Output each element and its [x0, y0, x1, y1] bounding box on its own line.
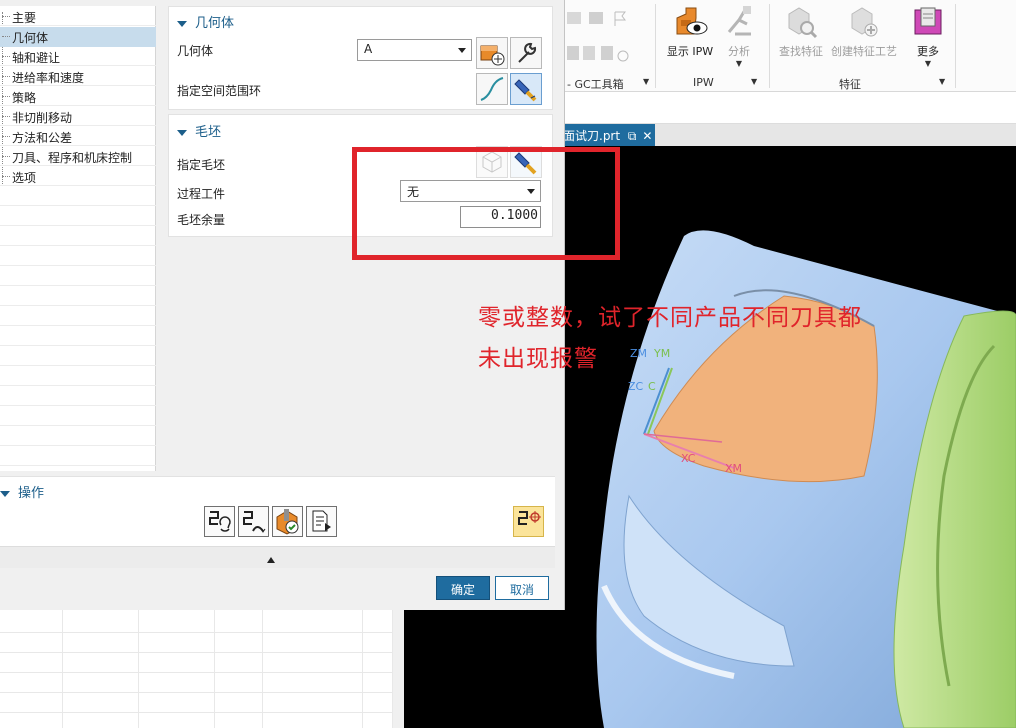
tree-item-method-tolerance[interactable]: 方法和公差 [0, 127, 156, 147]
chevron-down-icon [458, 48, 466, 53]
group-label-ipw: IPW [693, 76, 714, 89]
axis-label-c: C [648, 380, 656, 393]
geometry-select[interactable]: A [357, 39, 472, 61]
create-feature-process-icon [851, 7, 878, 37]
stock-allowance-label: 毛坯余量 [177, 213, 226, 227]
wrench-icon [518, 42, 537, 63]
verify-button[interactable] [272, 506, 303, 537]
chevron-down-icon[interactable]: ▼ [751, 77, 757, 86]
command-subbar [555, 92, 1016, 124]
tree-item-tool-program-machine[interactable]: 刀具、程序和机床控制 [0, 147, 156, 167]
replay-toolpath-icon [243, 511, 266, 533]
close-icon[interactable]: ✕ [642, 129, 652, 143]
generate-toolpath-icon [209, 511, 231, 532]
new-geometry-button[interactable] [476, 37, 508, 69]
tree-item-feeds-speeds[interactable]: 进给率和速度 [0, 67, 156, 87]
undock-icon[interactable]: ⧉ [628, 129, 637, 143]
operations-section-header[interactable]: 操作 [0, 482, 44, 501]
find-feature-button[interactable]: 查找特征 [775, 4, 827, 59]
list-button[interactable] [306, 506, 337, 537]
create-feature-process-button[interactable]: 创建特征工艺 [829, 4, 899, 59]
create-feature-process-label: 创建特征工艺 [831, 45, 897, 58]
verify-toolpath-icon [276, 509, 299, 535]
document-tab-title: 面试刀.prt [563, 129, 621, 143]
tree-item-axis-avoidance[interactable]: 轴和避让 [0, 47, 156, 67]
annotation-highlight-box [352, 147, 620, 260]
generate-button[interactable] [204, 506, 235, 537]
ok-button[interactable]: 确定 [436, 576, 490, 600]
analysis-icon [727, 6, 751, 36]
display-ipw-button[interactable]: 显示 IPW [663, 4, 717, 59]
axis-label-zc: ZC [628, 380, 644, 393]
document-tab[interactable]: 面试刀.prt ⧉ ✕ [555, 124, 655, 146]
geometry-section: 几何体 几何体 A 指定空间范围环 [168, 6, 553, 110]
geometry-label: 几何体 [177, 44, 214, 58]
collapse-icon [177, 129, 187, 136]
axis-label-xc: XC [681, 452, 696, 465]
ribbon: - GC工具箱 ▼ 显示 IPW 分析 ▼ ▼ IPW 查找特征 创建特征工艺 … [555, 0, 1016, 92]
specify-blank-label: 指定毛坯 [177, 158, 226, 172]
replay-button[interactable] [238, 506, 269, 537]
chevron-down-icon[interactable]: ▼ [939, 77, 945, 86]
ipw-label: 过程工件 [177, 187, 226, 201]
dialog-tree: 主要 几何体 轴和避让 进给率和速度 策略 非切削移动 方法和公差 刀具、程序和… [0, 6, 156, 471]
chevron-down-icon[interactable]: ▼ [643, 77, 649, 86]
more-button[interactable]: 更多 ▼ [907, 4, 949, 68]
select-space-range-button[interactable] [476, 73, 508, 105]
display-ipw-label: 显示 IPW [666, 45, 714, 58]
gc-toolbox-icons [567, 11, 629, 62]
collapse-icon [0, 490, 10, 497]
analysis-button[interactable]: 分析 ▼ [721, 4, 757, 68]
flashlight-icon [514, 79, 537, 102]
annotation-line-1: 零或整数，试了不同产品不同刀具都 [478, 305, 862, 331]
collapse-bar[interactable] [0, 546, 555, 568]
annotation-line-2: 未出现报警 [478, 346, 598, 372]
list-toolpath-icon [312, 510, 331, 532]
geometry-section-header[interactable]: 几何体 [177, 12, 234, 31]
edit-geometry-button[interactable] [510, 37, 542, 69]
more-label: 更多 [917, 45, 939, 58]
tree-item-non-cutting-moves[interactable]: 非切削移动 [0, 107, 156, 127]
annotation-text: 零或整数，试了不同产品不同刀具都 未出现报警 [478, 298, 918, 380]
tree-item-main[interactable]: 主要 [0, 7, 156, 27]
analysis-label: 分析 [728, 45, 750, 58]
group-label-feature: 特征 [839, 78, 861, 91]
cancel-button[interactable]: 取消 [495, 576, 549, 600]
toolpath-target-icon [518, 511, 541, 525]
space-range-label: 指定空间范围环 [177, 84, 262, 98]
find-feature-label: 查找特征 [779, 45, 823, 58]
find-feature-icon [788, 7, 818, 39]
tree-item-options[interactable]: 选项 [0, 167, 156, 187]
group-label-gc-toolbox: - GC工具箱 [567, 78, 624, 91]
tree-item-geometry[interactable]: 几何体 [0, 27, 156, 47]
more-icon [914, 7, 942, 35]
blank-section-header[interactable]: 毛坯 [177, 121, 221, 140]
curve-icon [480, 77, 504, 101]
multi-view-button[interactable] [513, 506, 544, 537]
display-ipw-icon [676, 7, 708, 35]
new-geometry-icon [480, 45, 505, 66]
tree-item-strategy[interactable]: 策略 [0, 87, 156, 107]
chevron-up-icon [267, 557, 275, 563]
collapse-icon [177, 20, 187, 27]
display-space-range-button[interactable] [510, 73, 542, 105]
navigator-grid [0, 610, 393, 728]
axis-label-xm: XM [725, 462, 743, 475]
